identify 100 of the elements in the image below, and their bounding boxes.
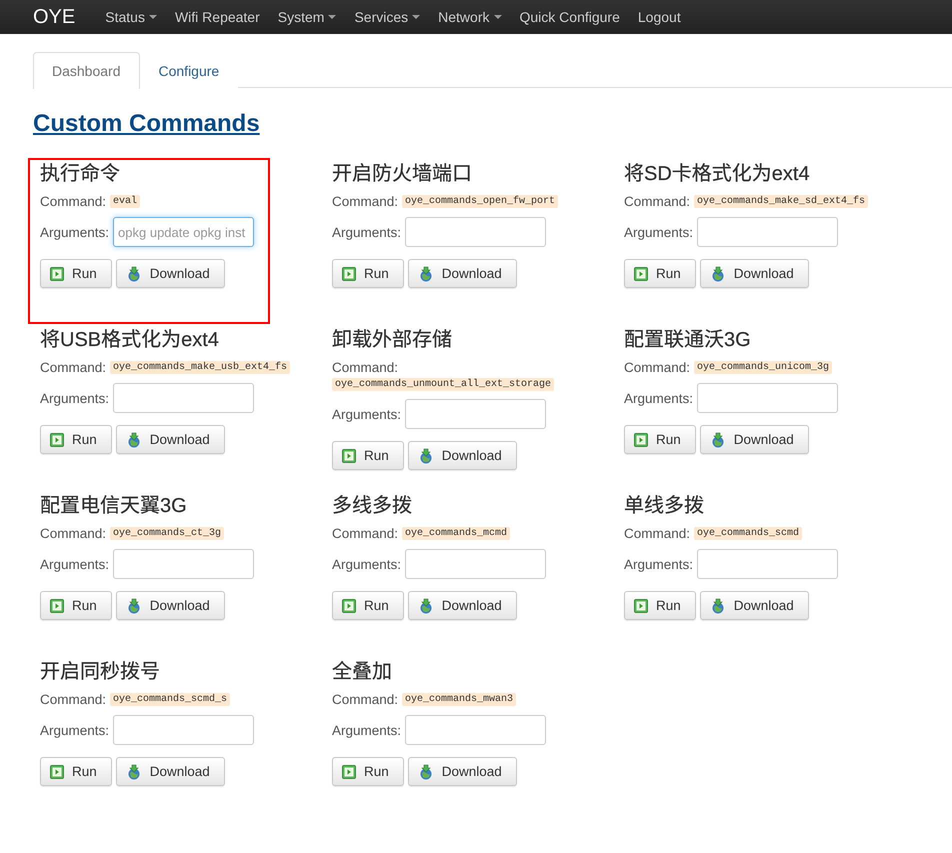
run-button[interactable]: Run (40, 757, 112, 786)
nav-link[interactable]: Network (438, 9, 502, 25)
command-heading: 开启同秒拨号 (40, 660, 161, 684)
nav-link[interactable]: Logout (638, 9, 681, 25)
command-heading: 多线多拨 (332, 494, 413, 518)
run-button[interactable]: Run (332, 757, 404, 786)
arguments-field[interactable] (697, 383, 838, 413)
globe-download-icon (418, 598, 434, 614)
arguments-label: Arguments: (624, 556, 694, 572)
tab[interactable]: Configure (140, 52, 238, 88)
download-button[interactable]: Download (408, 441, 517, 470)
run-button[interactable]: Run (332, 259, 404, 288)
globe-download-icon (126, 266, 142, 282)
run-button[interactable]: Run (332, 441, 404, 470)
arguments-field[interactable] (697, 549, 838, 579)
nav-link[interactable]: System (278, 9, 336, 25)
command-code: oye_commands_unicom_3g (694, 361, 832, 374)
arguments-field[interactable] (113, 383, 254, 413)
download-button[interactable]: Download (700, 425, 809, 454)
command-label: Command: (40, 360, 106, 375)
run-button[interactable]: Run (40, 259, 112, 288)
download-button[interactable]: Download (700, 259, 809, 288)
command-code: oye_commands_mwan3 (402, 693, 516, 706)
globe-download-icon (418, 448, 434, 464)
run-icon (342, 598, 356, 612)
globe-download-icon (710, 598, 726, 614)
arguments-label: Arguments: (40, 224, 110, 240)
brand-logo[interactable]: OYE (33, 6, 76, 28)
globe-download-icon (126, 598, 142, 614)
download-button[interactable]: Download (408, 591, 517, 620)
arguments-label: Arguments: (332, 406, 402, 422)
arguments-field[interactable] (113, 715, 254, 745)
globe-download-icon (710, 432, 726, 448)
command-code: oye_commands_make_sd_ext4_fs (694, 195, 868, 208)
arguments-label: Arguments: (624, 224, 694, 240)
run-button[interactable]: Run (40, 425, 112, 454)
globe-download-icon (710, 266, 726, 282)
run-icon (50, 266, 64, 280)
run-icon (50, 598, 64, 612)
arguments-field[interactable] (405, 715, 546, 745)
command-label: Command: (40, 692, 106, 707)
nav-link[interactable]: Quick Configure (520, 9, 620, 25)
arguments-label: Arguments: (332, 722, 402, 738)
run-button[interactable]: Run (624, 425, 696, 454)
download-button[interactable]: Download (408, 259, 517, 288)
run-icon (634, 266, 648, 280)
run-icon (342, 764, 356, 778)
command-label: Command: (332, 194, 398, 209)
run-icon (634, 432, 648, 446)
arguments-label: Arguments: (332, 556, 402, 572)
download-button[interactable]: Download (408, 757, 517, 786)
download-button[interactable]: Download (116, 591, 225, 620)
command-code: oye_commands_scmd (694, 527, 802, 540)
command-label: Command: (332, 526, 398, 541)
command-heading: 执行命令 (40, 162, 121, 186)
command-heading: 配置联通沃3G (624, 328, 752, 352)
page-title[interactable]: Custom Commands (33, 110, 260, 137)
nav-link[interactable]: Wifi Repeater (174, 9, 260, 25)
command-label: Command: (40, 194, 106, 209)
download-button[interactable]: Download (116, 425, 225, 454)
globe-download-icon (418, 266, 434, 282)
command-heading: 单线多拨 (624, 494, 705, 518)
arguments-label: Arguments: (40, 722, 110, 738)
run-icon (342, 266, 356, 280)
command-heading: 将USB格式化为ext4 (40, 328, 220, 352)
command-heading: 全叠加 (332, 660, 393, 684)
command-label: Command: (332, 360, 398, 375)
download-button[interactable]: Download (116, 757, 225, 786)
globe-download-icon (126, 432, 142, 448)
arguments-field[interactable] (405, 217, 546, 247)
run-icon (342, 448, 356, 462)
run-icon (50, 764, 64, 778)
arguments-label: Arguments: (40, 556, 110, 572)
command-label: Command: (332, 692, 398, 707)
nav-link[interactable]: Status (105, 9, 157, 25)
arguments-field[interactable] (113, 549, 254, 579)
download-button[interactable]: Download (116, 259, 225, 288)
run-button[interactable]: Run (624, 591, 696, 620)
command-code: oye_commands_scmd_s (110, 693, 230, 706)
command-label: Command: (624, 526, 690, 541)
command-code: oye_commands_unmount_all_ext_storage (332, 378, 554, 391)
arguments-field[interactable] (697, 217, 838, 247)
download-button[interactable]: Download (700, 591, 809, 620)
command-label: Command: (624, 360, 690, 375)
arguments-field[interactable] (405, 399, 546, 429)
run-button[interactable]: Run (624, 259, 696, 288)
tab[interactable]: Dashboard (33, 52, 140, 89)
command-heading: 卸载外部存储 (332, 328, 453, 352)
run-icon (634, 598, 648, 612)
run-button[interactable]: Run (40, 591, 112, 620)
globe-download-icon (418, 764, 434, 780)
command-code: oye_commands_open_fw_port (402, 195, 558, 208)
arguments-label: Arguments: (624, 390, 694, 406)
arguments-label: Arguments: (40, 390, 110, 406)
command-heading: 开启防火墙端口 (332, 162, 473, 186)
arguments-field[interactable]: opkg update opkg inst (113, 217, 254, 247)
command-code: oye_commands_make_usb_ext4_fs (110, 361, 290, 374)
arguments-field[interactable] (405, 549, 546, 579)
nav-link[interactable]: Services (354, 9, 420, 25)
run-button[interactable]: Run (332, 591, 404, 620)
